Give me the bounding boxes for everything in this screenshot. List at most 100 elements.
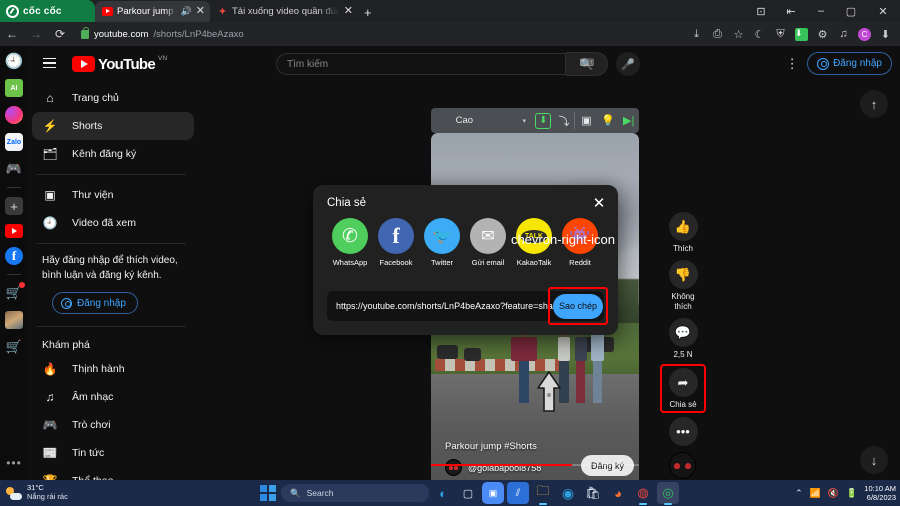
sign-in-button[interactable]: Đăng nhập	[807, 52, 892, 75]
close-icon[interactable]: ✕	[590, 194, 608, 212]
more-action[interactable]: •••	[662, 417, 704, 446]
more-vertical-icon[interactable]: ⋮	[785, 56, 799, 72]
close-icon[interactable]: close-icon	[431, 108, 452, 133]
new-tab-button[interactable]: +	[358, 5, 378, 22]
sidebar-item-sports[interactable]: 🏆 Thể thao	[32, 467, 194, 480]
comments-action[interactable]: 💬 2,5 N	[662, 318, 704, 360]
save-to-icon[interactable]: ⤵	[554, 108, 575, 133]
like-action[interactable]: 👍 Thích	[662, 212, 704, 254]
sidebar-item-trending[interactable]: 🔥 Thịnh hành	[32, 355, 194, 383]
azure-icon[interactable]: ⫽	[507, 482, 529, 504]
download-green-icon[interactable]: ⬇	[533, 108, 554, 133]
minimize-button[interactable]: –	[806, 0, 836, 22]
youtube-icon[interactable]	[5, 224, 23, 238]
tab-audio-icon[interactable]: 🔊	[181, 6, 192, 17]
share-icon[interactable]: ⎙	[707, 22, 728, 46]
sidebar-item-shorts[interactable]: ⚡ Shorts	[32, 112, 194, 140]
coccoc-icon[interactable]: ◎	[657, 482, 679, 505]
music-icon[interactable]: ♫	[833, 22, 854, 46]
thumbs-up-icon[interactable]: 👍	[668, 212, 698, 241]
save-page-icon[interactable]: ⤓	[686, 22, 707, 46]
messenger-icon[interactable]	[5, 106, 23, 124]
maximize-button[interactable]: ▢	[836, 0, 866, 22]
channel-avatar[interactable]	[669, 452, 696, 479]
comment-icon[interactable]: 💬	[668, 318, 698, 347]
zalo-icon[interactable]: Zalo	[5, 133, 23, 151]
dark-mode-moon-icon[interactable]: ☾	[749, 22, 770, 46]
browser-tab-1[interactable]: ✦ Tải xuống video quần đùi tr ✕	[210, 1, 358, 22]
adblock-shield-icon[interactable]: ⛨	[770, 22, 791, 46]
share-target-facebook[interactable]: f Facebook	[373, 218, 419, 267]
ai-icon[interactable]: AI	[5, 79, 23, 97]
facebook-icon[interactable]: f	[5, 247, 23, 265]
cart-icon[interactable]: 🛒	[5, 338, 23, 356]
picture-in-picture-icon[interactable]: ▣	[575, 108, 598, 133]
profile-avatar-icon[interactable]: C	[854, 22, 875, 46]
volume-muted-icon[interactable]: 🔇	[828, 488, 839, 499]
games-icon[interactable]: 🎮	[5, 160, 23, 178]
extensions-icon[interactable]: ⚙	[812, 22, 833, 46]
sidebar-item-gaming[interactable]: 🎮 Trò chơi	[32, 411, 194, 439]
address-bar[interactable]: youtube.com/shorts/LnP4beAzaxo	[76, 26, 636, 43]
sidebar-item-subscriptions[interactable]: 🗂 Kênh đăng ký	[32, 140, 194, 168]
windows-start-icon[interactable]	[258, 483, 278, 503]
keyboard-icon[interactable]: ⌨	[580, 58, 594, 69]
share-target-email[interactable]: ✉ Gửi email	[465, 218, 511, 267]
firefox-icon[interactable]: ◕	[607, 482, 629, 504]
sidebar-item-home[interactable]: ⌂ Trang chủ	[32, 84, 194, 112]
shopee-icon[interactable]: 🛒	[5, 282, 25, 302]
share-action[interactable]: ➦ Chia sẻ	[660, 364, 706, 413]
bookmark-star-icon[interactable]: ☆	[728, 22, 749, 46]
sidebar-item-music[interactable]: ♫ Âm nhạc	[32, 383, 194, 411]
dislike-action[interactable]: 👎 Không thích	[662, 260, 704, 312]
restore-back-icon[interactable]: ⇤	[776, 0, 806, 22]
quality-dropdown[interactable]: Cao ▾	[452, 108, 533, 133]
share-target-whatsapp[interactable]: ✆ WhatsApp	[327, 218, 373, 267]
guide-sign-in-button[interactable]: Đăng nhập	[52, 292, 138, 314]
video-progress-bar[interactable]	[431, 464, 639, 466]
taskbar-weather-widget[interactable]: 31°C Nắng rải rác	[0, 484, 68, 501]
show-hidden-icon[interactable]: ⌃	[795, 488, 803, 499]
edge-icon[interactable]: ◉	[557, 482, 579, 504]
tab-close-icon[interactable]: ✕	[344, 6, 353, 17]
more-horizontal-icon[interactable]: •••	[668, 417, 698, 446]
chevron-right-icon[interactable]: chevron-right-icon	[511, 232, 615, 247]
thumbs-down-icon[interactable]: 👎	[668, 260, 698, 289]
zoom-icon[interactable]: ▣	[482, 482, 504, 504]
sidebar-item-library[interactable]: ▣ Thư viện	[32, 181, 194, 209]
sidebar-item-news[interactable]: 📰 Tin tức	[32, 439, 194, 467]
previous-short-button[interactable]: ↑	[860, 90, 888, 118]
history-icon[interactable]: 🕘	[5, 52, 24, 70]
close-button[interactable]: ✕	[866, 0, 900, 22]
copy-button[interactable]: Sao chép	[553, 293, 603, 319]
file-explorer-icon[interactable]: 🗀	[532, 482, 554, 505]
coccoc-brand-button[interactable]: cốc cốc	[0, 0, 95, 22]
add-icon[interactable]: +	[5, 197, 23, 215]
share-target-twitter[interactable]: 🐦 Twitter	[419, 218, 465, 267]
task-view-icon[interactable]: ▢	[457, 482, 479, 504]
reload-button[interactable]: ⟳	[48, 22, 72, 46]
store-icon[interactable]: 🛍	[582, 482, 604, 504]
wifi-icon[interactable]: 📶	[810, 488, 821, 499]
taskbar-clock[interactable]: 10:10 AM 6/8/2023	[864, 484, 896, 502]
chrome-icon[interactable]: ◍	[632, 482, 654, 505]
copilot-icon[interactable]: ◐	[432, 482, 454, 504]
browser-tab-0[interactable]: Parkour jump #Shorts - Y 🔊 ✕	[95, 1, 210, 22]
screenshot-icon[interactable]: ⊡	[746, 0, 776, 22]
coccoc-download-green-icon[interactable]: ⬇	[791, 22, 812, 46]
more-icon[interactable]: •••	[5, 454, 23, 472]
guide-menu-button[interactable]	[32, 46, 66, 80]
next-short-button[interactable]: ↓	[860, 446, 888, 474]
lightbulb-icon[interactable]: 💡	[598, 108, 619, 133]
battery-icon[interactable]: 🔋	[846, 488, 857, 499]
play-next-icon[interactable]: ▶|	[618, 108, 639, 133]
microphone-icon[interactable]: 🎤	[616, 52, 640, 76]
tab-close-icon[interactable]: ✕	[196, 6, 205, 17]
back-button[interactable]: ←	[0, 22, 24, 46]
downloads-icon[interactable]: ⬇	[875, 22, 896, 46]
share-arrow-icon[interactable]: ➦	[668, 368, 698, 397]
taskbar-search-input[interactable]: 🔍 Search	[281, 484, 429, 502]
search-input[interactable]: Tìm kiếm ⌨	[276, 53, 594, 75]
sidebar-item-history[interactable]: 🕘 Video đã xem	[32, 209, 194, 237]
photo-icon[interactable]	[5, 311, 23, 329]
